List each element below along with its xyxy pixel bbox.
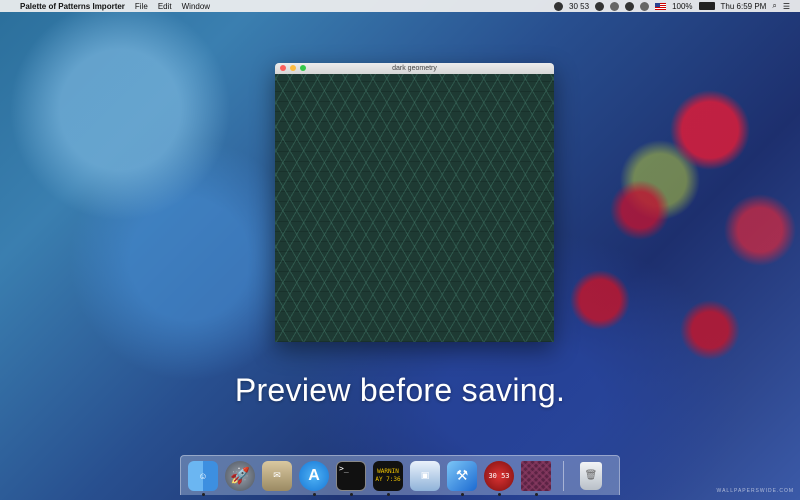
menu-bar-right: 30 53 100% Thu 6:59 PM ⌕ ☰: [554, 1, 800, 11]
dock-item-trash[interactable]: 🗑: [575, 460, 607, 492]
running-indicator: [350, 492, 353, 496]
dock-item-clock[interactable]: 30 53: [483, 460, 515, 496]
running-indicator: [313, 492, 316, 496]
dock-item-preview[interactable]: ▣: [409, 460, 441, 492]
window-menu[interactable]: Window: [182, 2, 210, 11]
us-flag-input-icon[interactable]: [655, 2, 667, 10]
trash-icon: 🗑: [580, 461, 602, 490]
minimize-button[interactable]: [290, 65, 296, 71]
app-menu[interactable]: Palette of Patterns Importer: [20, 2, 125, 11]
dock-item-xcode[interactable]: ⚒: [446, 460, 478, 496]
notification-center-icon[interactable]: ☰: [783, 2, 790, 11]
window-title: dark geometry: [392, 65, 437, 72]
file-menu[interactable]: File: [135, 2, 148, 11]
promo-caption: Preview before saving.: [234, 372, 566, 408]
menu-bar-left: Palette of Patterns Importer File Edit W…: [0, 2, 210, 11]
running-indicator: [387, 492, 390, 496]
console-icon: WARNIN AY 7:36: [373, 460, 403, 491]
menu-clock[interactable]: Thu 6:59 PM: [721, 2, 767, 11]
menu-bar: Palette of Patterns Importer File Edit W…: [0, 0, 800, 12]
edit-menu[interactable]: Edit: [158, 2, 172, 11]
dock-item-app-store[interactable]: A: [298, 460, 330, 496]
finder-icon: ☺: [188, 460, 218, 491]
console-line-2: AY 7:36: [375, 475, 401, 483]
clock-app-icon: 30 53: [484, 460, 514, 491]
dock-separator: [563, 460, 564, 491]
window-titlebar[interactable]: dark geometry: [275, 63, 554, 74]
status-counter[interactable]: 30 53: [569, 2, 589, 11]
pattern-preview-window: dark geometry: [275, 63, 554, 342]
running-indicator: [535, 492, 538, 496]
running-indicator: [202, 492, 205, 496]
dropbox-icon[interactable]: [554, 1, 564, 11]
wifi-icon[interactable]: [640, 1, 650, 11]
dock-item-launchpad[interactable]: 🚀: [224, 460, 256, 492]
battery-percent[interactable]: 100%: [672, 2, 692, 11]
running-indicator: [498, 492, 501, 496]
app-store-icon: A: [299, 460, 329, 491]
pattern-preview: [275, 74, 554, 342]
dock: ☺ 🚀 ✉ A >_ WARNIN AY 7:36 ▣ ⚒ 30 53 🗑: [180, 455, 620, 496]
dock-item-palette-of-patterns[interactable]: [520, 460, 552, 496]
mail-icon: ✉: [262, 460, 292, 491]
console-line-1: WARNIN: [377, 467, 399, 475]
eye-icon[interactable]: [610, 1, 620, 11]
preview-app-icon: ▣: [410, 460, 440, 491]
xcode-icon: ⚒: [447, 460, 477, 491]
dock-item-mail[interactable]: ✉: [261, 460, 293, 492]
zoom-button[interactable]: [300, 65, 306, 71]
dock-item-finder[interactable]: ☺: [187, 460, 219, 496]
wallpaper-watermark: WALLPAPERSWIDE.COM: [716, 488, 794, 494]
terminal-icon: >_: [336, 460, 366, 491]
sync-icon[interactable]: [625, 1, 635, 11]
time-machine-icon[interactable]: [595, 1, 605, 11]
window-controls: [280, 65, 306, 71]
close-button[interactable]: [280, 65, 286, 71]
spotlight-icon[interactable]: ⌕: [772, 1, 776, 11]
launchpad-icon: 🚀: [225, 460, 255, 491]
dock-item-terminal[interactable]: >_: [335, 460, 367, 496]
battery-icon[interactable]: [698, 2, 715, 10]
palette-of-patterns-icon: [521, 460, 551, 491]
running-indicator: [461, 492, 464, 496]
dock-item-console[interactable]: WARNIN AY 7:36: [372, 460, 404, 496]
